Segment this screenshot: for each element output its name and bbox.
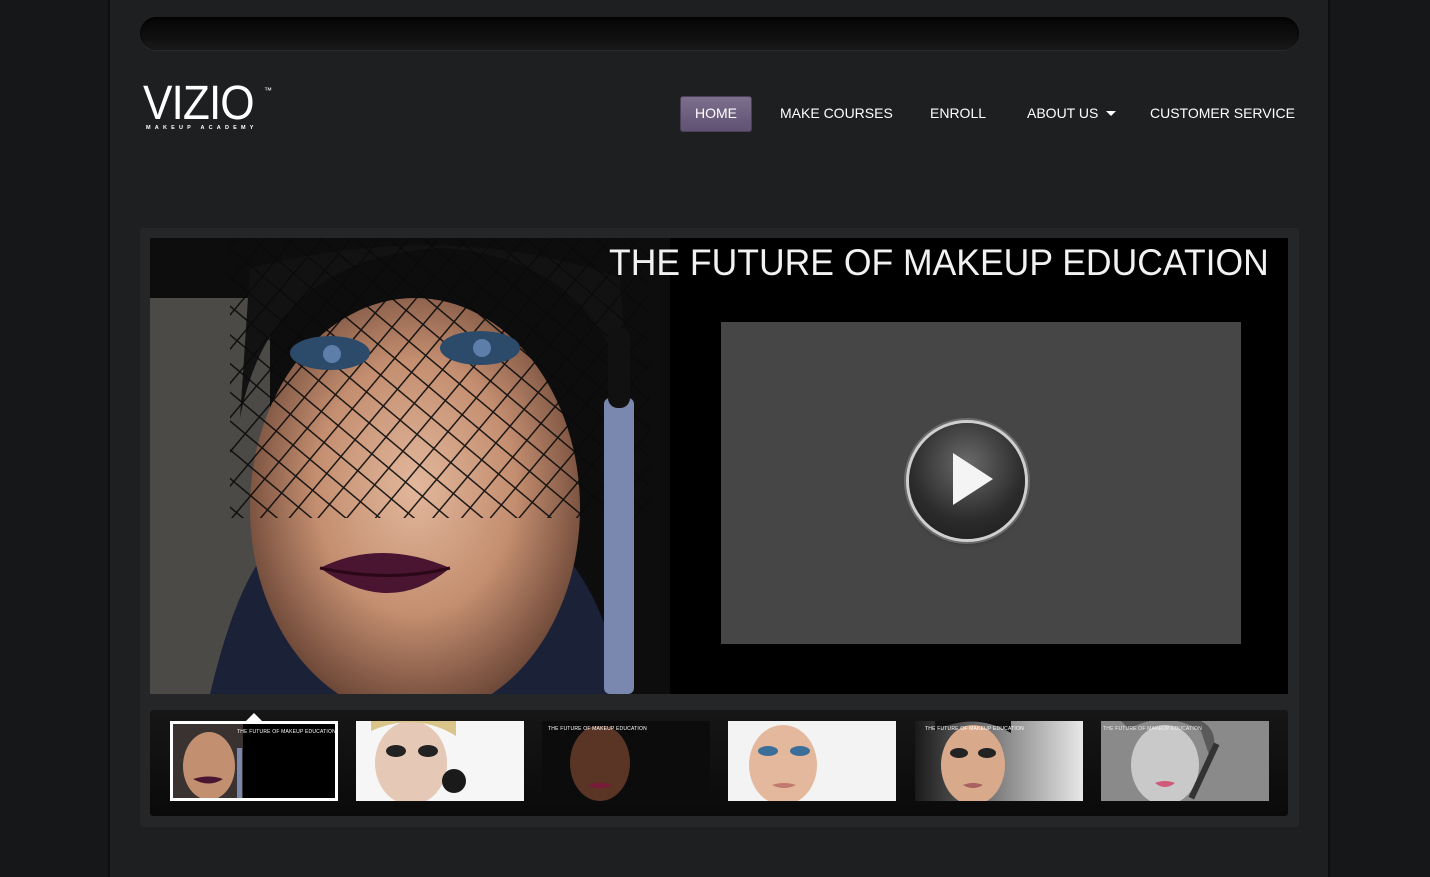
hero-slide: THE FUTURE OF MAKEUP EDUCATION (150, 238, 1288, 694)
nav-make-courses[interactable]: MAKE COURSES (780, 97, 893, 131)
thumbnail-1-image (173, 724, 335, 798)
nav-make-courses-label: MAKE COURSES (780, 105, 893, 121)
nav-about-us-label: ABOUT US (1027, 105, 1099, 121)
thumbnail-3[interactable]: THE FUTURE OF MAKEUP EDUCATION (542, 721, 710, 801)
thumbnail-5-caption: THE FUTURE OF MAKEUP EDUCATION (925, 726, 1024, 732)
thumbnail-2[interactable] (356, 721, 524, 801)
nav-home[interactable]: HOME (681, 97, 751, 131)
thumbnail-2-image (356, 721, 524, 801)
nav-about-us[interactable]: ABOUT US (1027, 97, 1117, 131)
thumbnail-3-caption: THE FUTURE OF MAKEUP EDUCATION (548, 726, 647, 732)
thumbnail-5-image (915, 721, 1083, 801)
thumbnail-1-caption: THE FUTURE OF MAKEUP EDUCATION (237, 729, 336, 735)
chevron-down-icon (1106, 111, 1117, 116)
nav-enroll[interactable]: ENROLL (930, 97, 986, 131)
nav-customer-service[interactable]: CUSTOMER SERVICE (1150, 97, 1295, 131)
top-search-bar[interactable] (140, 17, 1299, 50)
thumbnail-3-image (542, 721, 710, 801)
thumbnail-5[interactable]: THE FUTURE OF MAKEUP EDUCATION (915, 721, 1083, 801)
video-player[interactable] (721, 322, 1241, 644)
thumbnail-4-image (728, 721, 896, 801)
thumbnail-6-image (1101, 721, 1269, 801)
thumbnail-6[interactable]: THE FUTURE OF MAKEUP EDUCATION (1101, 721, 1269, 801)
main-nav: HOME MAKE COURSES ENROLL ABOUT US CUSTOM… (0, 97, 1430, 131)
play-button[interactable] (909, 423, 1025, 539)
logo-trademark: ™ (264, 86, 272, 95)
nav-customer-service-label: CUSTOMER SERVICE (1150, 105, 1295, 121)
thumbnail-6-caption: THE FUTURE OF MAKEUP EDUCATION (1103, 726, 1202, 732)
thumbnail-4[interactable] (728, 721, 896, 801)
nav-home-label: HOME (695, 105, 737, 121)
model-portrait-image (150, 238, 670, 694)
play-icon (953, 453, 993, 505)
hero-title: THE FUTURE OF MAKEUP EDUCATION (609, 242, 1269, 283)
thumbnail-1[interactable]: THE FUTURE OF MAKEUP EDUCATION (170, 721, 338, 801)
model-portrait-drawing (150, 238, 670, 694)
nav-enroll-label: ENROLL (930, 105, 987, 121)
